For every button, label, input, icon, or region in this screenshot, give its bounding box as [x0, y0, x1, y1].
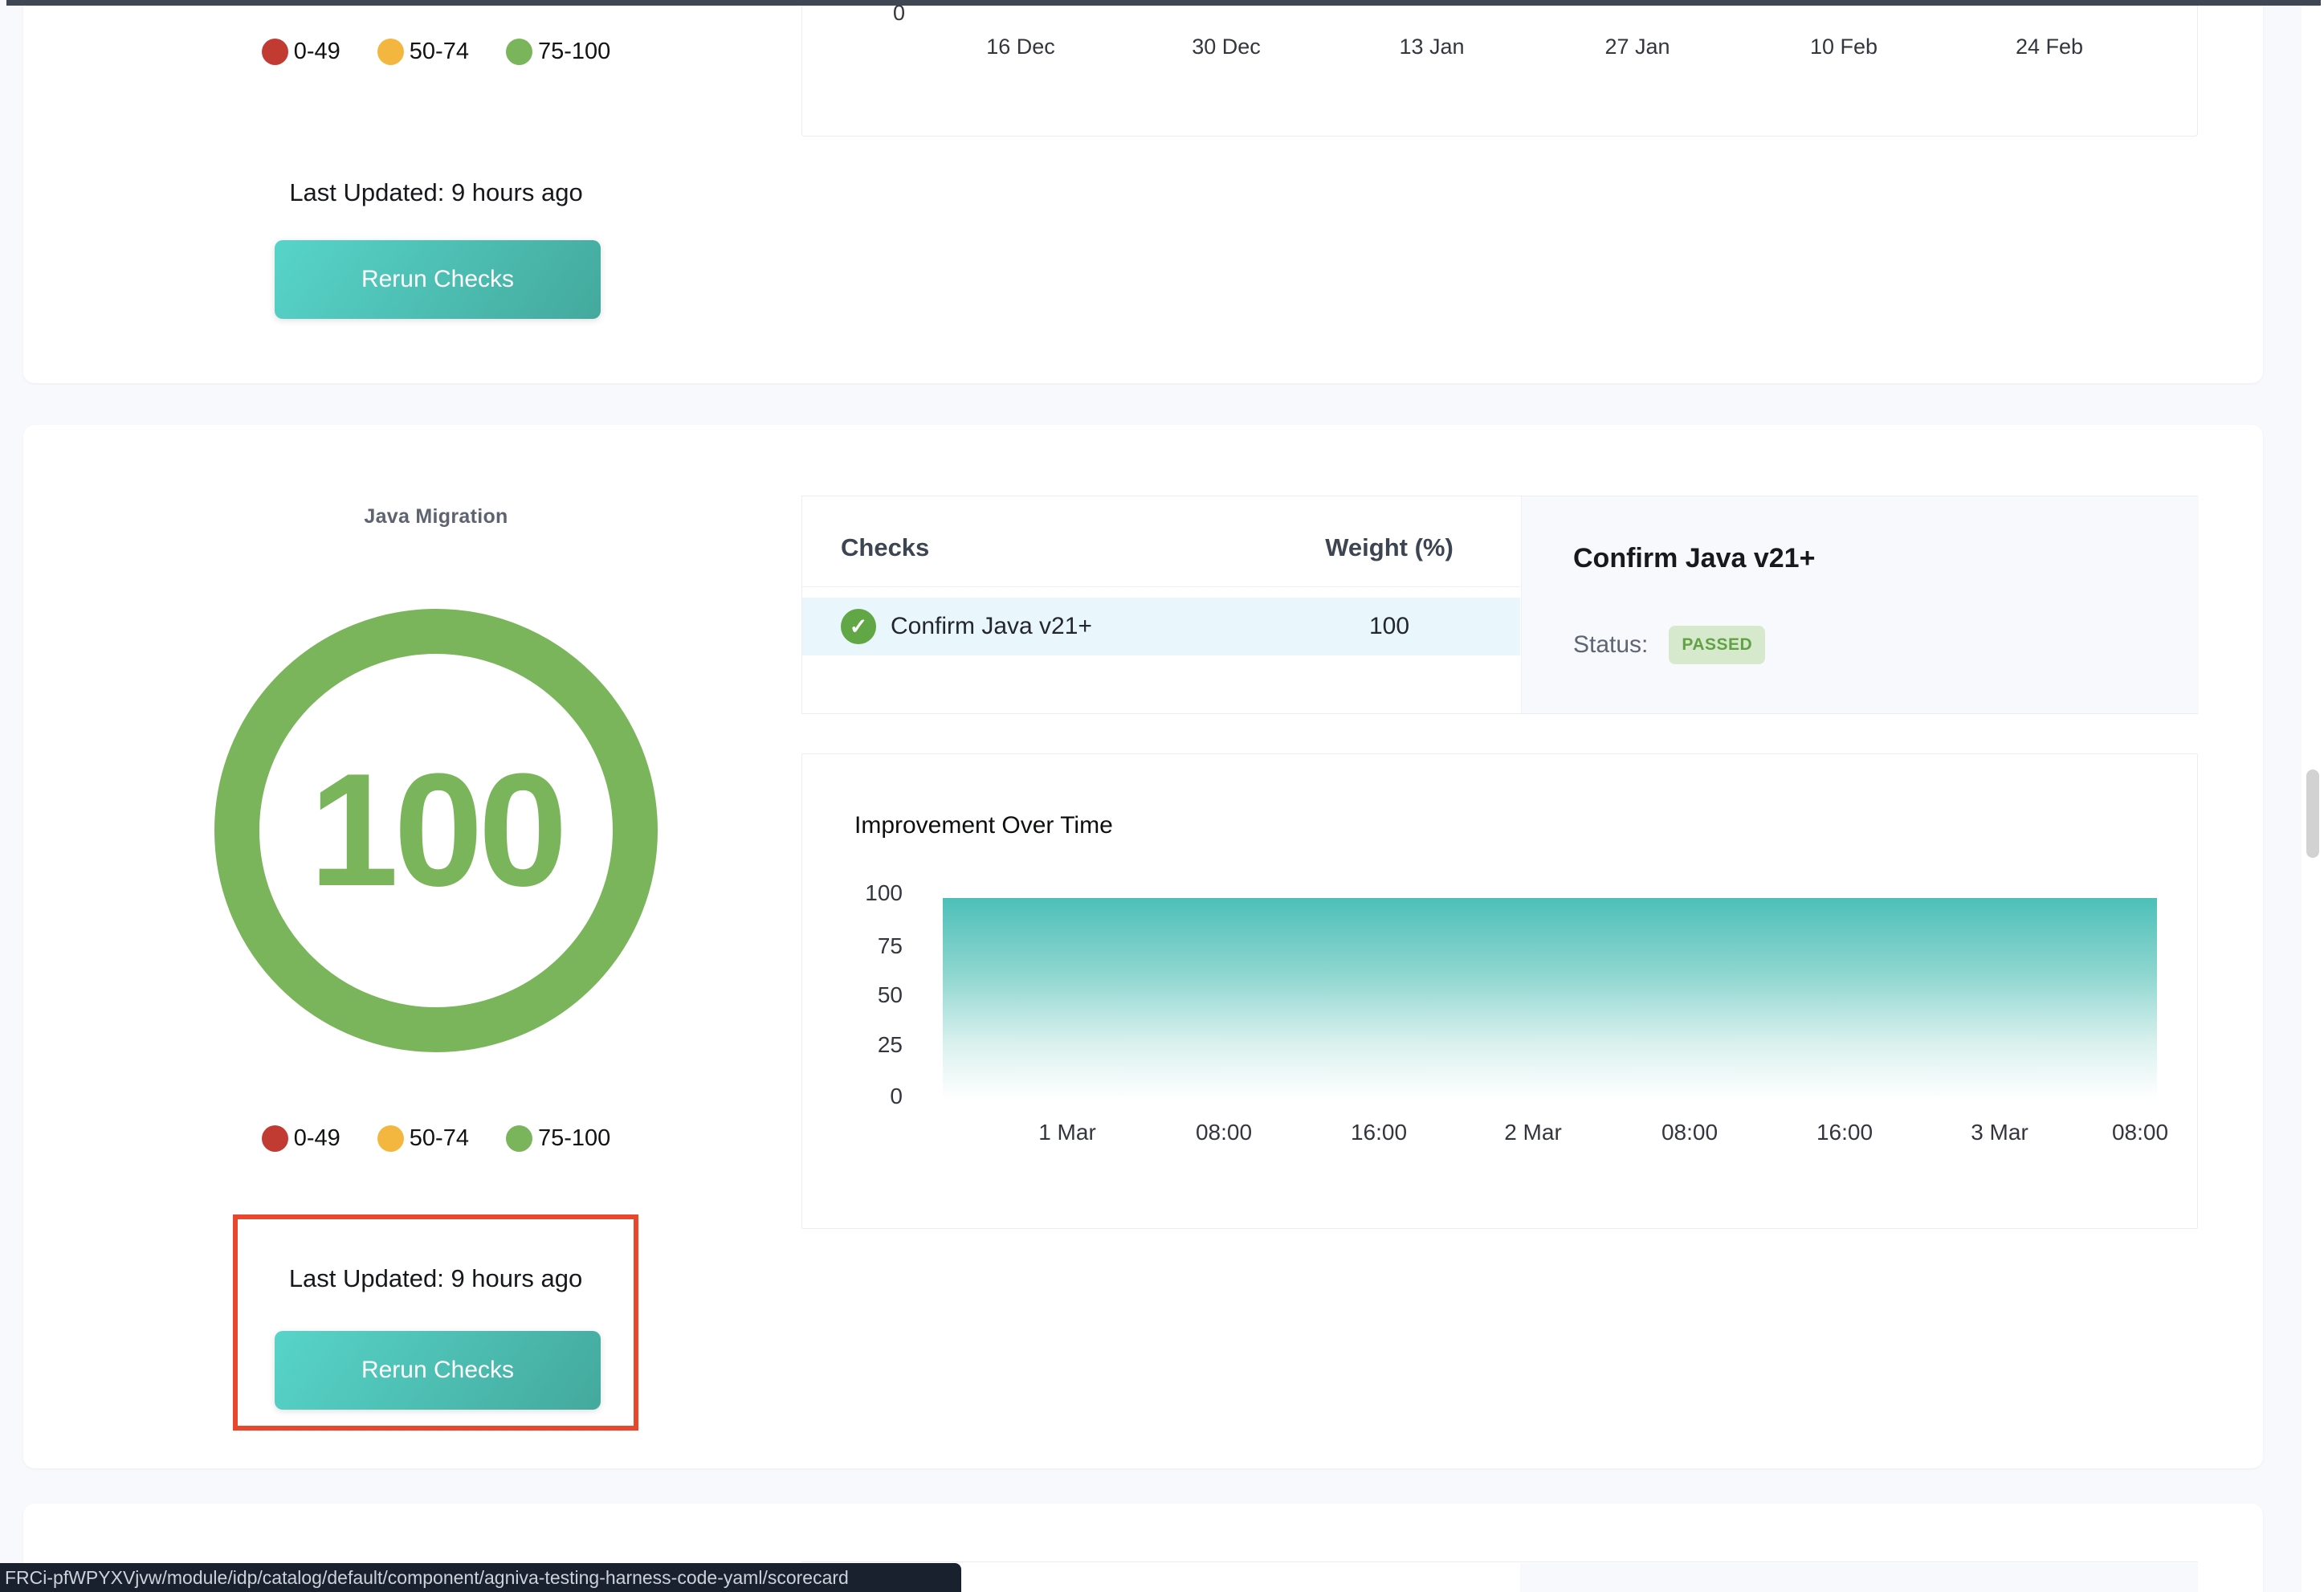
trend-x-tick: 10 Feb	[1788, 35, 1900, 59]
legend-dot-green-icon	[506, 39, 532, 65]
legend-label: 0-49	[294, 39, 340, 65]
legend-item-high: 75-100	[506, 1125, 610, 1152]
score-value: 100	[309, 738, 563, 923]
last-updated-text: Last Updated: 9 hours ago	[238, 1264, 634, 1293]
check-passed-icon: ✓	[841, 609, 876, 644]
y-tick: 0	[822, 1084, 903, 1109]
legend-item-low: 0-49	[262, 1125, 340, 1152]
rerun-checks-button[interactable]: Rerun Checks	[275, 1331, 601, 1410]
check-detail-panel: Confirm Java v21+ Status: PASSED	[1521, 496, 2199, 713]
status-label: Status:	[1573, 631, 1648, 659]
legend-item-medium: 50-74	[377, 39, 469, 65]
x-tick: 08:00	[1633, 1120, 1746, 1145]
scorecard-card-top: 0-49 50-74 75-100 Last Updated: 9 hours …	[23, 0, 2263, 383]
check-weight-value: 100	[1273, 613, 1506, 640]
next-detail-panel-partial	[1520, 1563, 2198, 1592]
link-preview-statusbar: FRCi-pfWPYXVjvw/module/idp/catalog/defau…	[0, 1563, 961, 1592]
link-url-text: FRCi-pfWPYXVjvw/module/idp/catalog/defau…	[5, 1567, 849, 1589]
vertical-scrollbar[interactable]	[2302, 0, 2324, 1592]
scorecard-page: 0-49 50-74 75-100 Last Updated: 9 hours …	[0, 0, 2324, 1592]
weight-column-header: Weight (%)	[1273, 533, 1506, 562]
last-updated-text: Last Updated: 9 hours ago	[115, 178, 757, 207]
legend-label: 50-74	[410, 39, 469, 65]
next-checks-panel-partial	[801, 1561, 2198, 1592]
y-tick: 75	[822, 933, 903, 959]
score-legend: 0-49 50-74 75-100	[115, 1125, 757, 1152]
check-status-row: Status: PASSED	[1573, 626, 2199, 664]
highlight-annotation-box: Last Updated: 9 hours ago Rerun Checks	[233, 1214, 638, 1431]
top-dark-strip	[6, 0, 2321, 6]
status-badge: PASSED	[1669, 626, 1765, 664]
x-tick: 1 Mar	[1011, 1120, 1123, 1145]
legend-item-high: 75-100	[506, 39, 610, 65]
legend-dot-green-icon	[506, 1125, 532, 1152]
improvement-chart-title: Improvement Over Time	[854, 812, 1113, 839]
header-separator	[802, 586, 1520, 587]
area-series-fill	[943, 898, 2157, 1100]
legend-dot-red-icon	[262, 39, 288, 65]
legend-dot-red-icon	[262, 1125, 288, 1152]
legend-label: 0-49	[294, 1125, 340, 1152]
check-table-row[interactable]: ✓ Confirm Java v21+ 100	[802, 598, 1520, 655]
trend-x-tick: 24 Feb	[1993, 35, 2106, 59]
y-tick: 50	[822, 982, 903, 1008]
x-tick: 08:00	[1168, 1120, 1280, 1145]
x-tick: 2 Mar	[1477, 1120, 1589, 1145]
check-name: Confirm Java v21+	[891, 613, 1092, 640]
x-tick: 16:00	[1323, 1120, 1435, 1145]
x-tick: 08:00	[2084, 1120, 2196, 1145]
legend-item-medium: 50-74	[377, 1125, 469, 1152]
trend-chart-panel: 0 16 Dec 30 Dec 13 Jan 27 Jan 10 Feb 24 …	[801, 0, 2198, 137]
checks-panel: Checks Weight (%) ✓ Confirm Java v21+ 10…	[801, 496, 2198, 714]
legend-label: 50-74	[410, 1125, 469, 1152]
x-tick: 3 Mar	[1943, 1120, 2056, 1145]
x-tick: 16:00	[1788, 1120, 1901, 1145]
check-detail-title: Confirm Java v21+	[1573, 543, 2199, 574]
trend-x-tick: 27 Jan	[1581, 35, 1694, 59]
legend-label: 75-100	[538, 1125, 610, 1152]
checks-column-header: Checks	[841, 533, 929, 562]
rerun-checks-button[interactable]: Rerun Checks	[275, 240, 601, 319]
score-legend: 0-49 50-74 75-100	[115, 39, 757, 65]
scorecard-title: Java Migration	[115, 505, 757, 529]
trend-x-tick: 30 Dec	[1170, 35, 1282, 59]
legend-label: 75-100	[538, 39, 610, 65]
score-gauge: 100	[214, 609, 658, 1052]
scorecard-card-java-migration: Java Migration 100 0-49 50-74 75-100 Las…	[23, 425, 2263, 1468]
legend-item-low: 0-49	[262, 39, 340, 65]
legend-dot-yellow-icon	[377, 39, 404, 65]
trend-x-tick: 16 Dec	[964, 35, 1077, 59]
legend-dot-yellow-icon	[377, 1125, 404, 1152]
trend-x-tick: 13 Jan	[1376, 35, 1488, 59]
improvement-chart-panel: Improvement Over Time 100 75 50 25 0 1 M…	[801, 753, 2198, 1229]
y-tick: 100	[822, 880, 903, 906]
scrollbar-thumb[interactable]	[2306, 769, 2319, 858]
y-tick: 25	[822, 1032, 903, 1058]
